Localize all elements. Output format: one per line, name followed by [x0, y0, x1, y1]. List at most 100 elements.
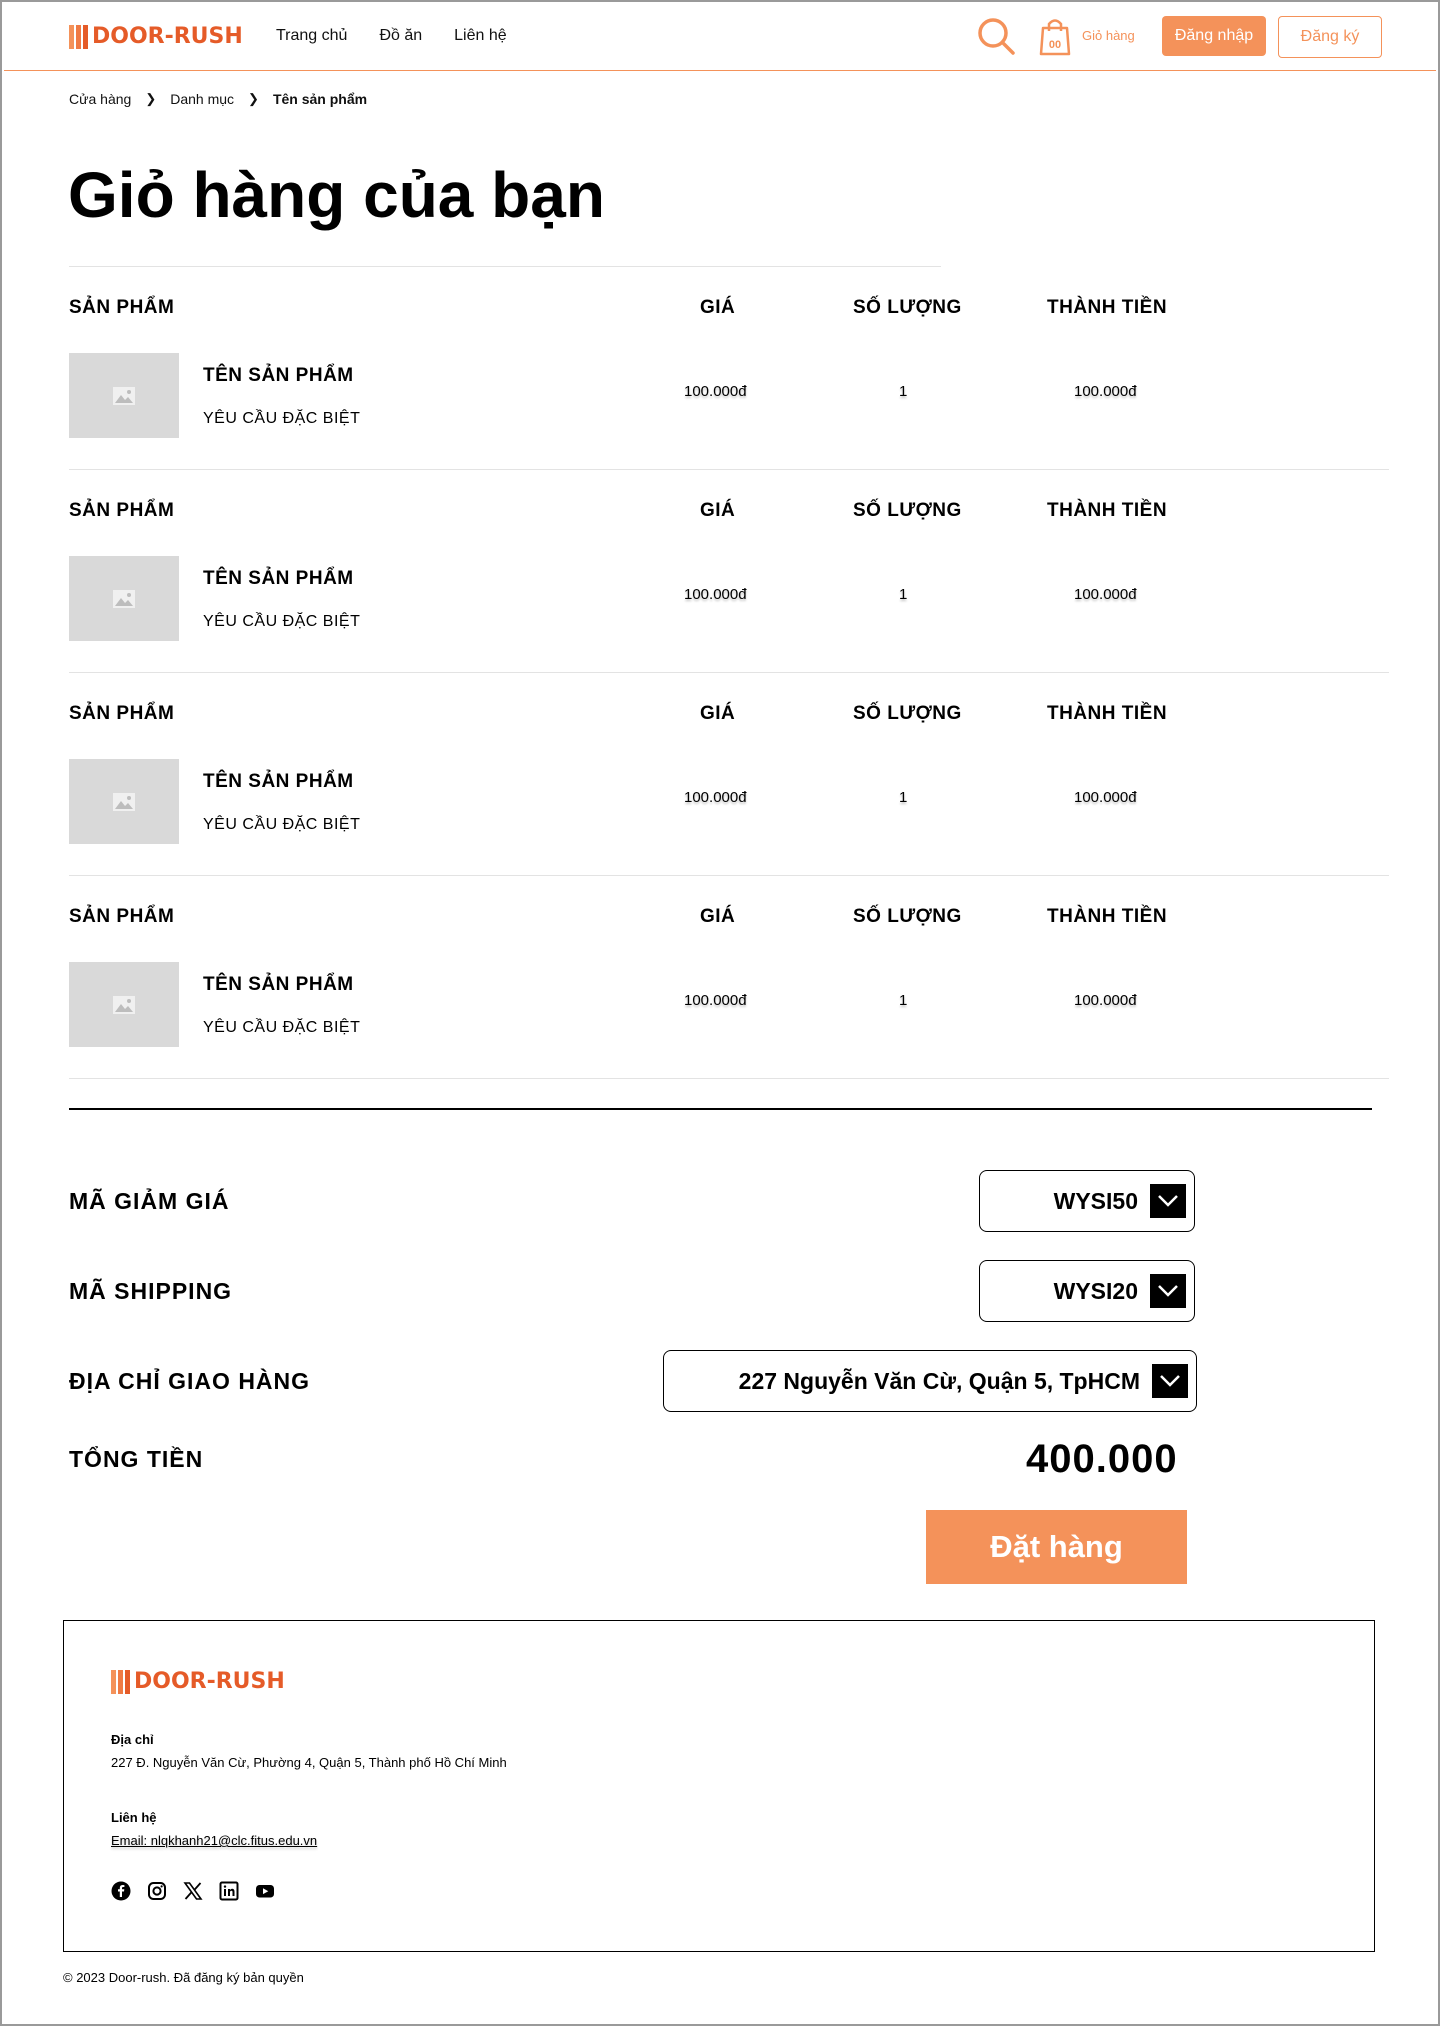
product-image[interactable]	[69, 353, 179, 438]
copyright-text: © 2023 Door-rush. Đã đăng ký bản quyền	[63, 1970, 304, 1985]
divider	[69, 1108, 1372, 1110]
chevron-right-icon: ❯	[145, 91, 157, 106]
footer-logo[interactable]: DOOR-RUSH	[111, 1669, 285, 1694]
col-header-quantity: SỐ LƯỢNG	[853, 297, 962, 318]
product-price: 100.000đ	[684, 586, 747, 603]
col-header-price: GIÁ	[700, 703, 736, 724]
cart-item: SẢN PHẨM GIÁ SỐ LƯỢNG THÀNH TIỀN TÊN SẢN…	[69, 876, 1389, 1079]
brand-logo[interactable]: DOOR-RUSH	[69, 24, 243, 49]
col-header-product: SẢN PHẨM	[69, 297, 175, 318]
image-placeholder-icon	[113, 995, 135, 1014]
search-icon[interactable]	[976, 16, 1016, 56]
product-name[interactable]: TÊN SẢN PHẨM	[203, 568, 354, 590]
product-quantity[interactable]: 1	[899, 992, 907, 1009]
product-quantity[interactable]: 1	[899, 789, 907, 806]
shipping-label: MÃ SHIPPING	[69, 1278, 233, 1304]
product-note: YÊU CẦU ĐẶC BIỆT	[203, 613, 361, 630]
cart-icon[interactable]: 00	[1038, 16, 1072, 56]
nav-contact[interactable]: Liên hệ	[454, 27, 507, 45]
product-price: 100.000đ	[684, 789, 747, 806]
col-header-product: SẢN PHẨM	[69, 703, 175, 724]
breadcrumb: Cửa hàng ❯ Danh mục ❯ Tên sản phẩm	[69, 91, 367, 107]
login-button[interactable]: Đăng nhập	[1162, 16, 1266, 56]
product-price: 100.000đ	[684, 383, 747, 400]
breadcrumb-category[interactable]: Danh mục	[170, 91, 234, 107]
col-header-quantity: SỐ LƯỢNG	[853, 500, 962, 521]
chevron-right-icon: ❯	[248, 91, 259, 106]
shipping-select[interactable]: WYSI20	[979, 1260, 1195, 1322]
cart-item: SẢN PHẨM GIÁ SỐ LƯỢNG THÀNH TIỀN TÊN SẢN…	[69, 673, 1389, 876]
product-price: 100.000đ	[684, 992, 747, 1009]
shipping-value: WYSI20	[1053, 1277, 1138, 1304]
product-image[interactable]	[69, 759, 179, 844]
chevron-down-icon[interactable]	[1150, 1274, 1186, 1308]
product-image[interactable]	[69, 556, 179, 641]
facebook-icon[interactable]	[111, 1881, 131, 1901]
footer-address-label: Địa chỉ	[111, 1732, 154, 1747]
product-note: YÊU CẦU ĐẶC BIỆT	[203, 410, 361, 427]
col-header-price: GIÁ	[700, 906, 736, 927]
register-button[interactable]: Đăng ký	[1278, 16, 1382, 58]
discount-select[interactable]: WYSI50	[979, 1170, 1195, 1232]
x-icon[interactable]	[183, 1881, 203, 1901]
col-header-total: THÀNH TIỀN	[1047, 500, 1168, 521]
instagram-icon[interactable]	[147, 1881, 167, 1901]
col-header-price: GIÁ	[700, 500, 736, 521]
logo-text: DOOR-RUSH	[92, 24, 243, 49]
product-note: YÊU CẦU ĐẶC BIỆT	[203, 816, 361, 833]
address-label: ĐỊA CHỈ GIAO HÀNG	[69, 1368, 311, 1394]
chevron-down-icon[interactable]	[1150, 1184, 1186, 1218]
product-line-total: 100.000đ	[1074, 383, 1137, 400]
product-name[interactable]: TÊN SẢN PHẨM	[203, 365, 354, 387]
cart-item: SẢN PHẨM GIÁ SỐ LƯỢNG THÀNH TIỀN TÊN SẢN…	[69, 470, 1389, 673]
linkedin-icon[interactable]	[219, 1881, 239, 1901]
col-header-quantity: SỐ LƯỢNG	[853, 906, 962, 927]
col-header-quantity: SỐ LƯỢNG	[853, 703, 962, 724]
breadcrumb-current: Tên sản phẩm	[272, 91, 368, 107]
youtube-icon[interactable]	[255, 1881, 275, 1901]
discount-value: WYSI50	[1053, 1187, 1138, 1214]
product-line-total: 100.000đ	[1074, 992, 1137, 1009]
product-image[interactable]	[69, 962, 179, 1047]
main-nav: Trang chủ Đồ ăn Liên hệ	[276, 27, 507, 45]
product-quantity[interactable]: 1	[899, 586, 907, 603]
footer-address-text: 227 Đ. Nguyễn Văn Cừ, Phường 4, Quận 5, …	[111, 1755, 507, 1770]
col-header-total: THÀNH TIỀN	[1047, 906, 1168, 927]
image-placeholder-icon	[113, 792, 135, 811]
product-name[interactable]: TÊN SẢN PHẨM	[203, 771, 354, 793]
col-header-product: SẢN PHẨM	[69, 500, 175, 521]
logo-mark	[111, 1669, 130, 1694]
breadcrumb-store[interactable]: Cửa hàng	[69, 91, 131, 107]
product-name[interactable]: TÊN SẢN PHẨM	[203, 974, 354, 996]
footer-contact-label: Liên hệ	[111, 1810, 157, 1825]
address-select[interactable]: 227 Nguyễn Văn Cừ, Quận 5, TpHCM	[663, 1350, 1197, 1412]
place-order-button[interactable]: Đặt hàng	[926, 1510, 1187, 1584]
col-header-price: GIÁ	[700, 297, 736, 318]
col-header-total: THÀNH TIỀN	[1047, 703, 1168, 724]
product-note: YÊU CẦU ĐẶC BIỆT	[203, 1019, 361, 1036]
nav-food[interactable]: Đồ ăn	[379, 27, 422, 45]
chevron-down-icon[interactable]	[1152, 1364, 1188, 1398]
col-header-total: THÀNH TIỀN	[1047, 297, 1168, 318]
logo-text: DOOR-RUSH	[134, 1669, 285, 1694]
cart-label[interactable]: Giỏ hàng	[1082, 28, 1135, 43]
product-line-total: 100.000đ	[1074, 586, 1137, 603]
social-links	[111, 1881, 275, 1901]
total-label: TỔNG TIỀN	[69, 1446, 204, 1472]
site-header: DOOR-RUSH Trang chủ Đồ ăn Liên hệ 00 Giỏ…	[4, 2, 1436, 71]
logo-mark	[69, 24, 88, 49]
footer-email-link[interactable]: Email: nlqkhanh21@clc.fitus.edu.vn	[111, 1833, 317, 1848]
address-value: 227 Nguyễn Văn Cừ, Quận 5, TpHCM	[738, 1367, 1140, 1394]
cart-count: 00	[1049, 39, 1061, 51]
product-line-total: 100.000đ	[1074, 789, 1137, 806]
cart-item: SẢN PHẨM GIÁ SỐ LƯỢNG THÀNH TIỀN TÊN SẢN…	[69, 267, 1389, 470]
total-value: 400.000	[1026, 1437, 1178, 1481]
image-placeholder-icon	[113, 386, 135, 405]
product-quantity[interactable]: 1	[899, 383, 907, 400]
col-header-product: SẢN PHẨM	[69, 906, 175, 927]
site-footer: DOOR-RUSH Địa chỉ 227 Đ. Nguyễn Văn Cừ, …	[63, 1620, 1375, 1952]
nav-home[interactable]: Trang chủ	[276, 27, 347, 45]
image-placeholder-icon	[113, 589, 135, 608]
page-title: Giỏ hàng của bạn	[68, 159, 605, 231]
discount-label: MÃ GIẢM GIÁ	[69, 1188, 230, 1214]
